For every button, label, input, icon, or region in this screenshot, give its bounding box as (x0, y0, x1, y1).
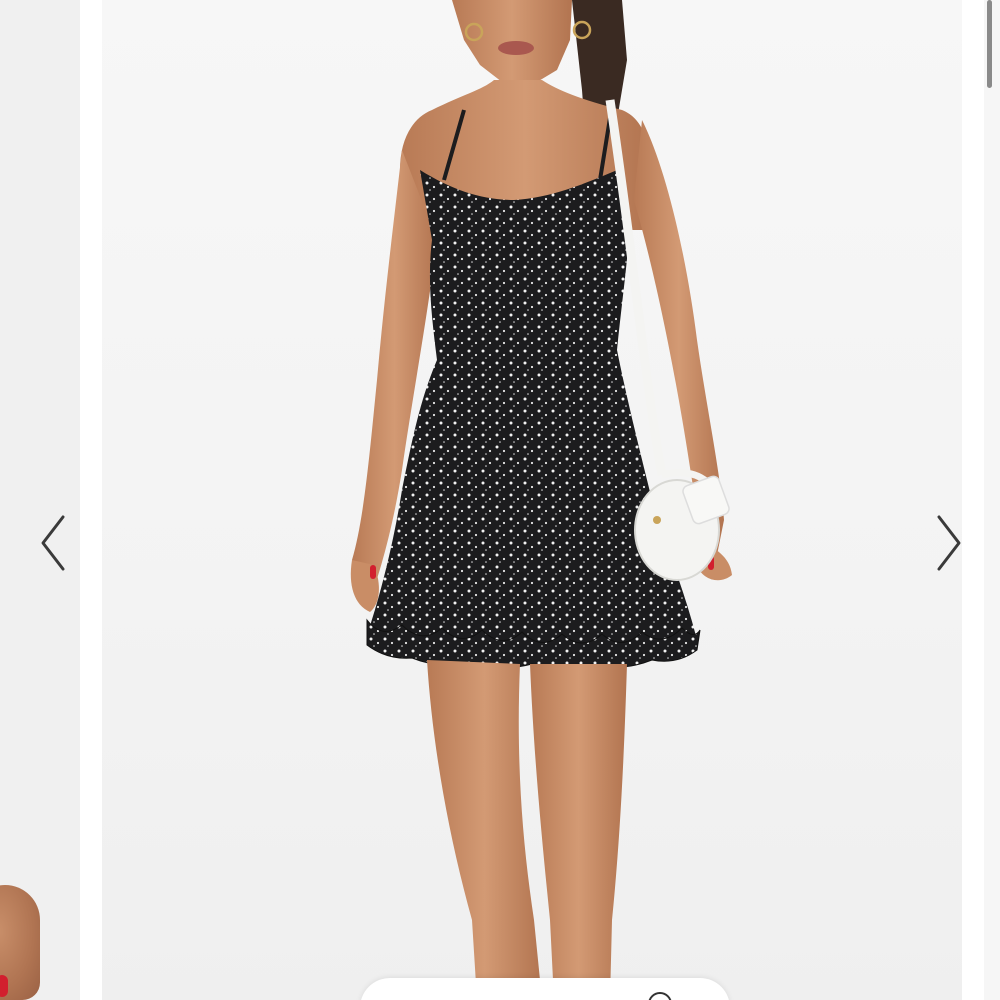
product-image-gallery (0, 0, 1000, 1000)
page-scrollbar[interactable] (985, 0, 993, 1000)
chevron-left-icon (41, 515, 65, 570)
previous-image-nail (0, 975, 8, 997)
product-photo[interactable] (102, 0, 962, 1000)
product-photo-illustration (350, 0, 732, 1000)
bottom-action-bar[interactable] (360, 978, 730, 1000)
next-image-button[interactable] (924, 505, 974, 580)
handbag-clasp (653, 516, 661, 524)
previous-image-peek[interactable] (0, 0, 80, 1000)
gallery-gutter-left (80, 0, 102, 1000)
left-leg (427, 660, 542, 1000)
lips (498, 41, 534, 55)
scrollbar-thumb[interactable] (987, 0, 992, 88)
gallery-gutter-right (962, 0, 984, 1000)
left-nail (370, 565, 376, 579)
chevron-right-icon (937, 515, 961, 570)
previous-image-button[interactable] (28, 505, 78, 580)
right-leg (530, 664, 627, 1000)
